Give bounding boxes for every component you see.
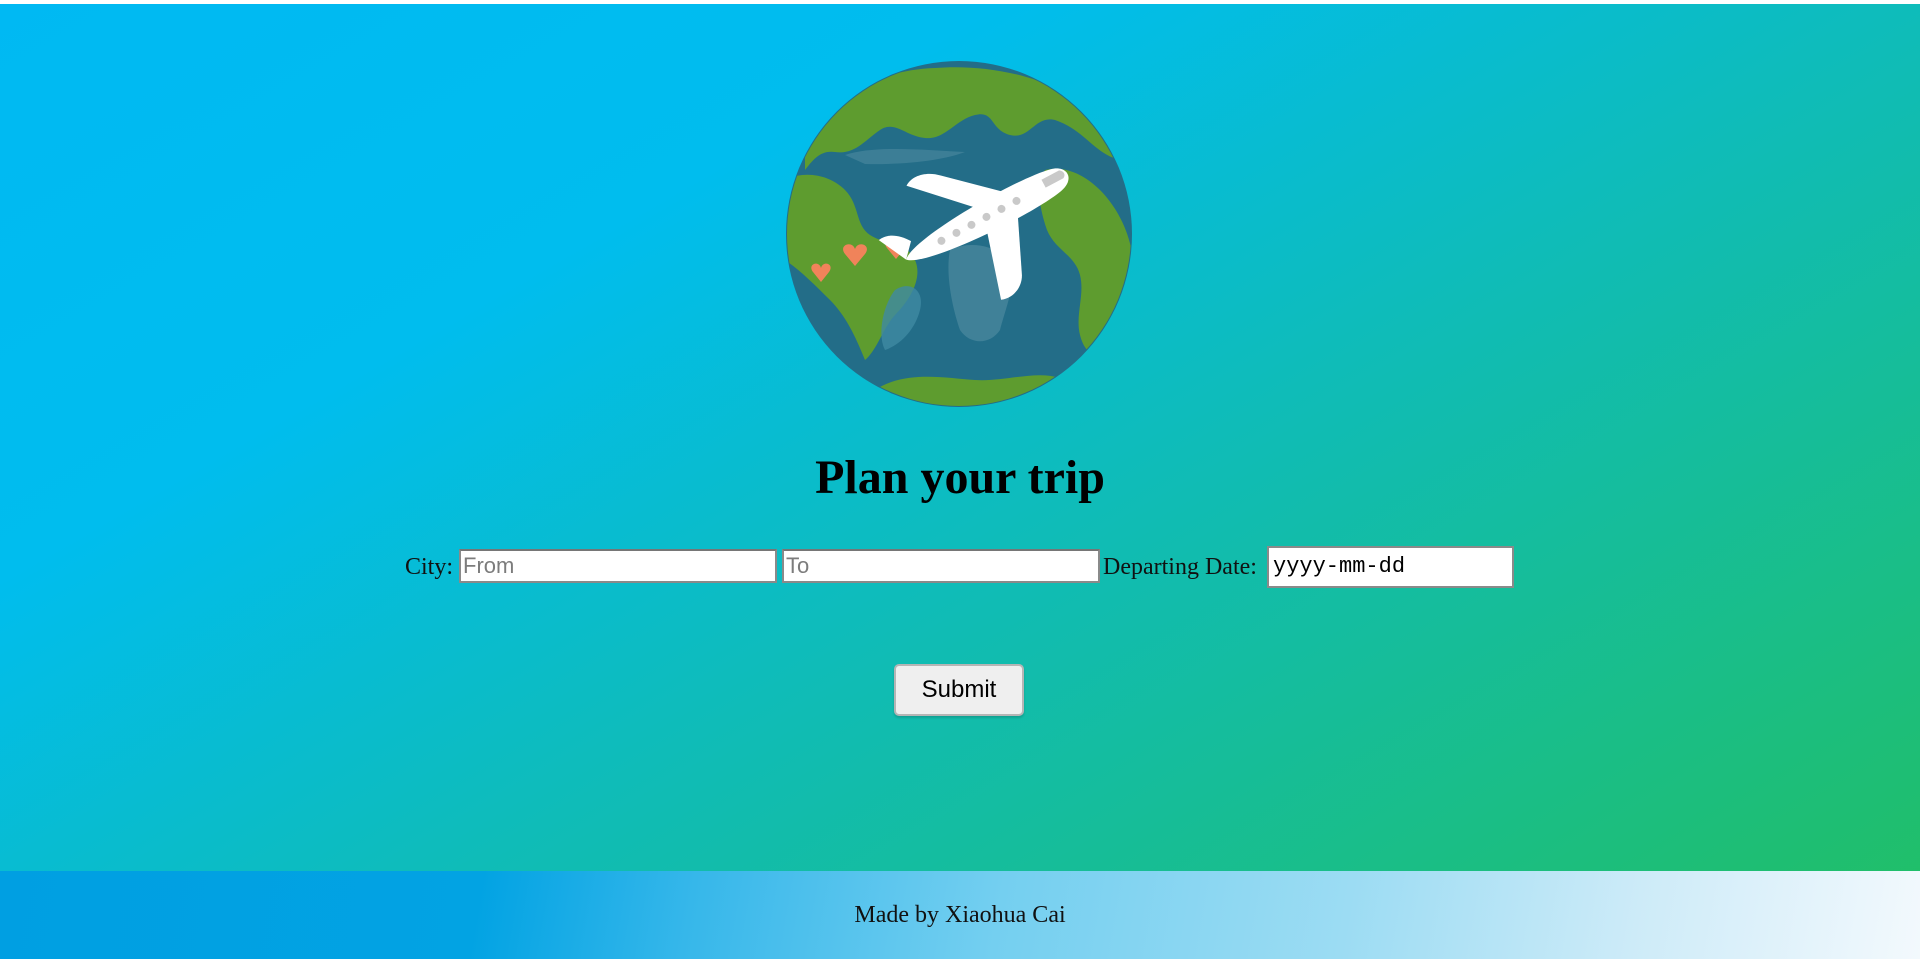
departing-date-input[interactable]: yyyy-mm-dd	[1267, 546, 1514, 588]
to-city-input[interactable]	[782, 549, 1100, 583]
trip-form: City: Departing Date: yyyy-mm-dd	[0, 546, 1920, 588]
footer-credit: Made by Xiaohua Cai	[854, 902, 1066, 928]
footer: Made by Xiaohua Cai	[0, 871, 1920, 959]
departing-date-label: Departing Date:	[1103, 554, 1257, 580]
globe-airplane-icon	[785, 60, 1133, 408]
city-label: City:	[405, 554, 454, 580]
page-title: Plan your trip	[815, 451, 1105, 504]
submit-button[interactable]: Submit	[894, 664, 1024, 716]
from-city-input[interactable]	[459, 549, 777, 583]
main-content: Plan your trip City: Departing Date: yyy…	[0, 0, 1920, 871]
